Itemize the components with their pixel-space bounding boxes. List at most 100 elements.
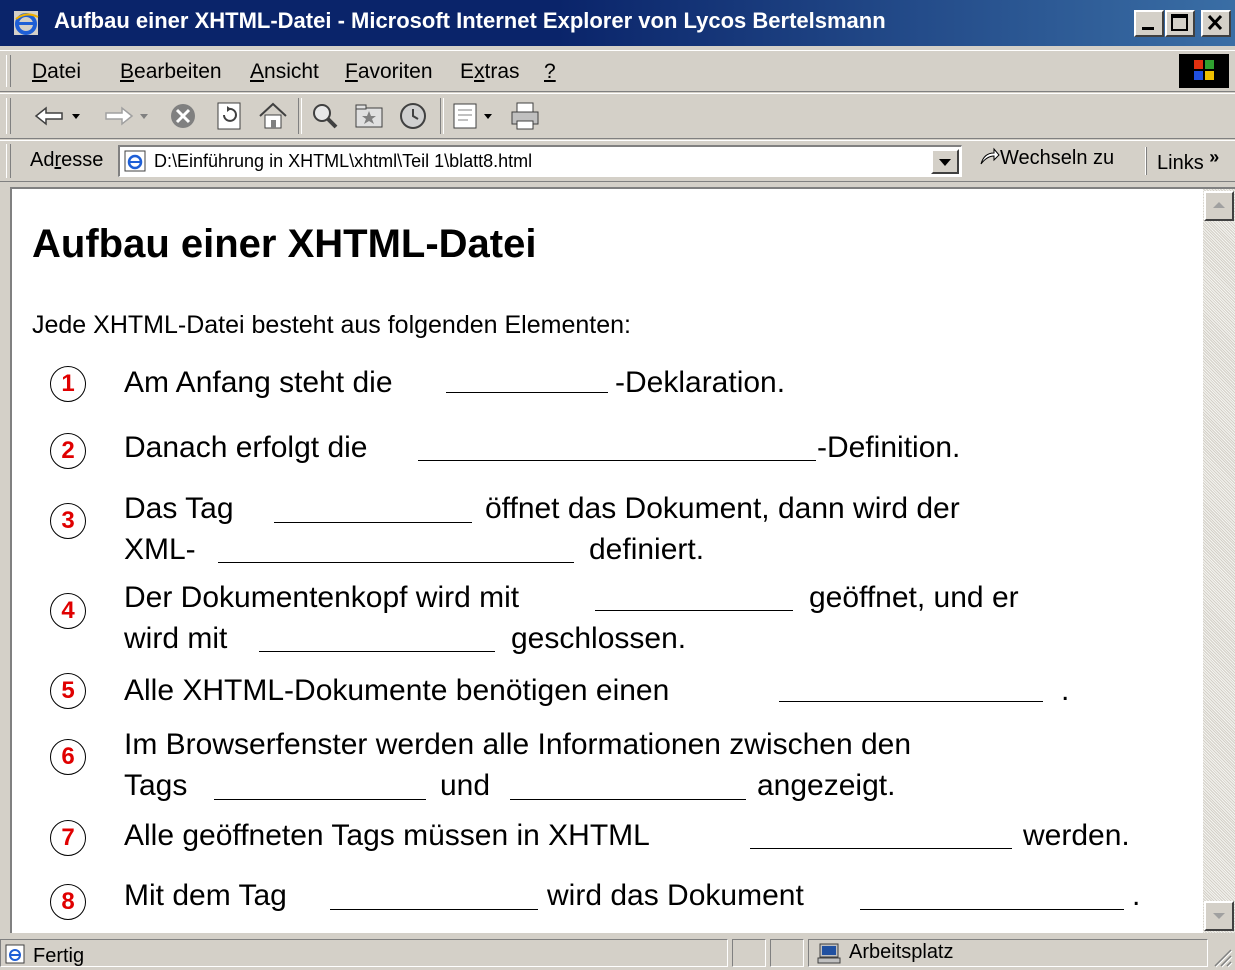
close-button[interactable] bbox=[1201, 10, 1231, 37]
stop-icon[interactable] bbox=[166, 99, 200, 133]
list-item-8-mid: wird das Dokument bbox=[547, 879, 804, 912]
scroll-up-arrow-icon bbox=[1213, 202, 1225, 208]
ie-page-icon bbox=[124, 150, 146, 172]
list-item-6-line1: Im Browserfenster werden alle Informatio… bbox=[124, 728, 912, 761]
list-item-1-suffix: -Deklaration. bbox=[615, 366, 786, 399]
browser-window: Aufbau einer XHTML-Datei - Microsoft Int… bbox=[0, 0, 1235, 970]
answer-blank bbox=[750, 848, 1012, 849]
list-item-6-line2: Tags bbox=[124, 769, 188, 802]
item-number-badge: 7 bbox=[50, 820, 86, 856]
menu-help[interactable]: ? bbox=[544, 60, 556, 84]
list-item-4-line1-end: geöffnet, und er bbox=[809, 581, 1019, 614]
maximize-button[interactable] bbox=[1165, 10, 1195, 37]
list-item-4-line2-end: geschlossen. bbox=[511, 622, 687, 655]
menu-bearbeiten[interactable]: Bearbeiten bbox=[120, 60, 222, 84]
answer-blank bbox=[779, 701, 1043, 702]
status-panel-progress bbox=[732, 939, 766, 967]
list-item-2-line1: Danach erfolgt die bbox=[124, 431, 368, 464]
go-label: Wechseln zu bbox=[1000, 147, 1115, 169]
item-number-badge: 8 bbox=[50, 884, 86, 920]
list-item-2-suffix: -Definition. bbox=[817, 431, 961, 464]
go-button[interactable]: Wechseln zu bbox=[978, 147, 1114, 170]
forward-icon[interactable] bbox=[100, 99, 160, 133]
minimize-icon bbox=[1142, 27, 1154, 30]
page-title: Aufbau einer XHTML-Datei bbox=[32, 222, 537, 266]
status-panel-lock bbox=[770, 939, 804, 967]
answer-blank bbox=[446, 392, 608, 393]
minimize-button[interactable] bbox=[1134, 10, 1164, 37]
home-icon[interactable] bbox=[256, 99, 290, 133]
list-item-5-line1: Alle XHTML-Dokumente benötigen einen bbox=[124, 674, 670, 707]
standard-toolbar bbox=[0, 93, 1235, 139]
go-arrow-icon bbox=[980, 147, 1000, 165]
list-item-7-line1: Alle geöffneten Tags müssen in XHTML bbox=[124, 819, 650, 852]
list-item-3-line1-end: öffnet das Dokument, dann wird der bbox=[485, 492, 960, 525]
answer-blank bbox=[274, 522, 472, 523]
item-number-badge: 2 bbox=[50, 433, 86, 469]
answer-blank bbox=[218, 562, 574, 563]
list-item-6-end: angezeigt. bbox=[757, 769, 896, 802]
intro-text: Jede XHTML-Datei besteht aus folgenden E… bbox=[32, 311, 631, 339]
answer-blank bbox=[595, 610, 793, 611]
vertical-scrollbar[interactable] bbox=[1203, 189, 1235, 933]
menu-extras[interactable]: Extras bbox=[460, 60, 520, 84]
maximize-icon bbox=[1171, 14, 1188, 31]
list-item-3-line2-end: definiert. bbox=[589, 533, 705, 566]
address-bar: Adresse D:\Einführung in XHTML\xhtml\Tei… bbox=[0, 140, 1235, 182]
ie-logo-icon bbox=[14, 11, 39, 35]
scroll-down-button[interactable] bbox=[1204, 901, 1234, 931]
toolbar-grip[interactable] bbox=[6, 98, 11, 134]
list-item-3-line2: XML- bbox=[124, 533, 196, 566]
history-icon[interactable] bbox=[396, 99, 430, 133]
menu-favoriten[interactable]: Favoriten bbox=[345, 60, 433, 84]
status-panel-main: Fertig bbox=[0, 939, 728, 967]
status-panel-zone: Arbeitsplatz bbox=[808, 939, 1208, 967]
address-input[interactable]: D:\Einführung in XHTML\xhtml\Teil 1\blat… bbox=[118, 145, 962, 177]
scroll-down-arrow-icon bbox=[1213, 913, 1225, 919]
windows-flag-icon bbox=[1179, 54, 1229, 88]
answer-blank bbox=[418, 460, 816, 461]
answer-blank bbox=[330, 909, 538, 910]
toolbar-separator bbox=[440, 98, 444, 134]
links-toolbar[interactable]: Links » bbox=[1146, 147, 1219, 175]
back-icon[interactable] bbox=[32, 99, 92, 133]
item-number-badge: 4 bbox=[50, 593, 86, 629]
window-title: Aufbau einer XHTML-Datei - Microsoft Int… bbox=[54, 8, 886, 33]
list-item-6-mid: und bbox=[440, 769, 491, 802]
zone-label: Arbeitsplatz bbox=[849, 941, 954, 963]
address-url[interactable]: D:\Einführung in XHTML\xhtml\Teil 1\blat… bbox=[154, 151, 532, 172]
list-item-3-line1: Das Tag bbox=[124, 492, 234, 525]
list-item-4-line2: wird mit bbox=[124, 622, 228, 655]
menu-bar: Datei Bearbeiten Ansicht Favoriten Extra… bbox=[0, 50, 1235, 92]
chevron-right-icon[interactable]: » bbox=[1209, 147, 1219, 167]
refresh-icon[interactable] bbox=[212, 99, 246, 133]
item-number-badge: 3 bbox=[50, 503, 86, 539]
address-label: Adresse bbox=[30, 149, 104, 171]
answer-blank bbox=[510, 799, 746, 800]
list-item-1-line1: Am Anfang steht die bbox=[124, 366, 393, 399]
resize-grip-icon[interactable] bbox=[1209, 944, 1233, 968]
menu-ansicht[interactable]: Ansicht bbox=[250, 60, 319, 84]
favorites-icon[interactable] bbox=[352, 99, 386, 133]
address-dropdown-button[interactable] bbox=[931, 149, 959, 174]
menu-datei[interactable]: Datei bbox=[32, 60, 81, 84]
close-icon bbox=[1207, 14, 1223, 31]
list-item-8-end: . bbox=[1132, 879, 1141, 912]
list-item-7-end: werden. bbox=[1023, 819, 1130, 852]
dropdown-arrow-icon bbox=[939, 159, 951, 166]
item-number-badge: 1 bbox=[50, 366, 86, 402]
print-icon[interactable] bbox=[508, 99, 542, 133]
title-bar[interactable]: Aufbau einer XHTML-Datei - Microsoft Int… bbox=[0, 0, 1235, 46]
list-item-4-line1: Der Dokumentenkopf wird mit bbox=[124, 581, 520, 614]
answer-blank bbox=[214, 799, 426, 800]
status-text: Fertig bbox=[33, 945, 85, 967]
addressbar-grip[interactable] bbox=[6, 144, 11, 178]
scroll-up-button[interactable] bbox=[1204, 191, 1234, 221]
menu-grip[interactable] bbox=[6, 55, 11, 87]
toolbar-separator bbox=[298, 98, 302, 134]
search-icon[interactable] bbox=[308, 99, 342, 133]
mail-icon[interactable] bbox=[450, 99, 506, 133]
answer-blank bbox=[259, 651, 495, 652]
item-number-badge: 6 bbox=[50, 739, 86, 775]
answer-blank bbox=[860, 909, 1124, 910]
